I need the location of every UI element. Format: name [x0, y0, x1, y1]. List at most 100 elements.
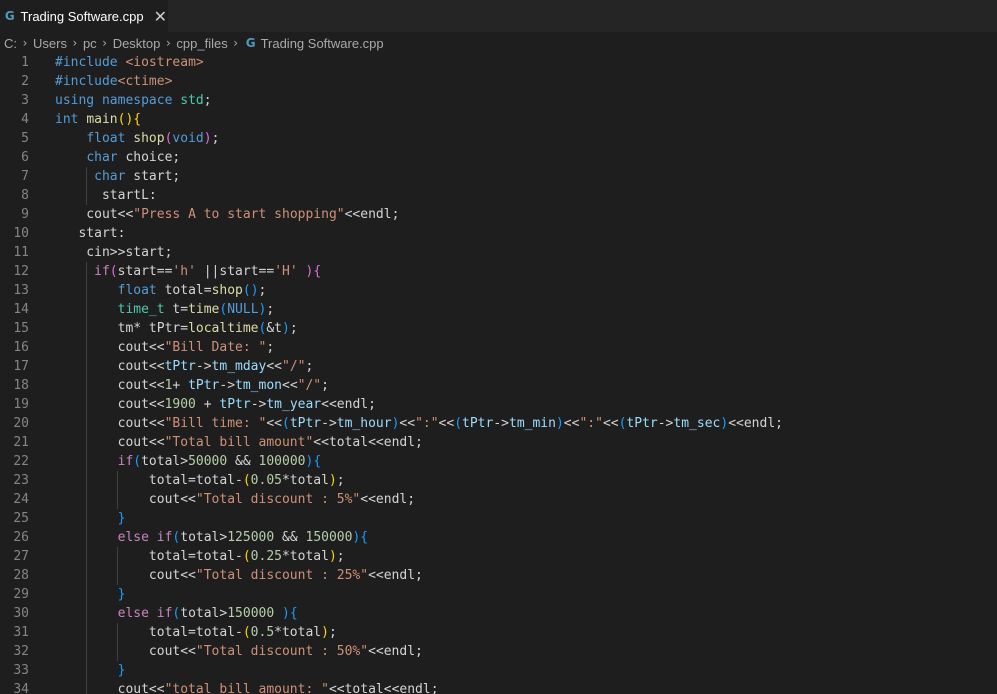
code-line[interactable]: 20 cout<<"Bill time: "<<(tPtr->tm_hour)<… [0, 414, 997, 433]
line-number: 25 [13, 511, 29, 526]
code-token: "Total bill amount" [164, 435, 314, 450]
code-token: cout<< [55, 435, 165, 450]
code-line[interactable]: 23 total=total-(0.05*total); [0, 471, 997, 490]
code-token: << [602, 416, 619, 431]
code-line[interactable]: 31 total=total-(0.5*total); [0, 623, 997, 642]
line-number: 29 [13, 587, 29, 602]
code-token: else [117, 530, 149, 545]
line-number: 21 [13, 435, 29, 450]
code-token: 125000 [227, 530, 275, 545]
code-token: tPtr [188, 378, 220, 393]
breadcrumb-item-drive[interactable]: C: [4, 36, 17, 51]
code-line[interactable]: 26 else if(total>125000 && 150000){ [0, 528, 997, 547]
code-token: cout<< [55, 644, 196, 659]
code-token: using [55, 93, 95, 108]
code-line[interactable]: 32 cout<<"Total discount : 50%"<<endl; [0, 642, 997, 661]
code-text: else if(total>150000 ){ [55, 604, 298, 623]
tab-bar: G Trading Software.cpp ✕ [0, 0, 997, 32]
code-line[interactable]: 6 char choice; [0, 148, 997, 167]
code-line[interactable]: 8 startL: [0, 186, 997, 205]
indent-guide [86, 661, 88, 680]
code-token: total= [156, 283, 212, 298]
code-editor[interactable]: 1 #include <iostream> 2 #include<ctime> 3 usi… [0, 53, 997, 694]
code-token: <<total<<endl; [313, 435, 423, 450]
code-line[interactable]: 17 cout<<tPtr->tm_mday<<"/"; [0, 357, 997, 376]
code-line[interactable]: 11 cin>>start; [0, 243, 997, 262]
code-token: } [117, 587, 126, 602]
code-line[interactable]: 1 #include <iostream> [0, 53, 997, 72]
code-text: time_t t=time(NULL); [55, 300, 275, 319]
code-token: tm_sec [673, 416, 721, 431]
code-line[interactable]: 7 char start; [0, 167, 997, 186]
code-token: <<endl; [368, 644, 423, 659]
code-line[interactable]: 27 total=total-(0.25*total); [0, 547, 997, 566]
code-token: <<endl; [728, 416, 783, 431]
code-text: start: [55, 224, 125, 243]
code-line[interactable]: 14 time_t t=time(NULL); [0, 300, 997, 319]
code-line[interactable]: 13 float total=shop(); [0, 281, 997, 300]
code-token: ; [328, 625, 337, 640]
code-token: ) [555, 416, 564, 431]
code-token: #include [55, 55, 126, 70]
code-token: else [117, 606, 149, 621]
code-line[interactable]: 3 using namespace std; [0, 91, 997, 110]
code-line[interactable]: 34 cout<<"total bill amount: "<<total<<e… [0, 680, 997, 694]
code-token: ) [321, 625, 329, 640]
breadcrumb-item-pc[interactable]: pc [83, 36, 97, 51]
code-token: cout<< [55, 340, 165, 355]
code-token: cout<< [55, 492, 196, 507]
code-token: cout<< [55, 207, 134, 222]
code-token: startL: [55, 188, 157, 203]
code-line[interactable]: 29 } [0, 585, 997, 604]
code-line[interactable]: 15 tm* tPtr=localtime(&t); [0, 319, 997, 338]
code-line[interactable]: 5 float shop(void); [0, 129, 997, 148]
code-token: << [563, 416, 580, 431]
indent-guide [86, 319, 88, 338]
code-token: cout<< [55, 416, 165, 431]
line-number: 9 [21, 207, 29, 222]
code-line[interactable]: 28 cout<<"Total discount : 25%"<<endl; [0, 566, 997, 585]
code-line[interactable]: 21 cout<<"Total bill amount"<<total<<end… [0, 433, 997, 452]
code-line[interactable]: 2 #include<ctime> [0, 72, 997, 91]
code-token: -> [493, 416, 509, 431]
code-text: cout<<"Total discount : 5%"<<endl; [55, 490, 415, 509]
code-line[interactable]: 30 else if(total>150000 ){ [0, 604, 997, 623]
code-text: cout<<"Total bill amount"<<total<<endl; [55, 433, 423, 452]
code-line[interactable]: 19 cout<<1900 + tPtr->tm_year<<endl; [0, 395, 997, 414]
code-text: cin>>start; [55, 243, 172, 262]
code-line[interactable]: 33 } [0, 661, 997, 680]
code-line[interactable]: 25 } [0, 509, 997, 528]
breadcrumb-item-file[interactable]: Trading Software.cpp [261, 36, 384, 51]
code-line[interactable]: 24 cout<<"Total discount : 5%"<<endl; [0, 490, 997, 509]
code-token: &t [266, 321, 282, 336]
code-token: -> [657, 416, 674, 431]
code-token: << [399, 416, 416, 431]
breadcrumb-item-users[interactable]: Users [33, 36, 67, 51]
code-token: { [133, 112, 142, 127]
code-line[interactable]: 22 if(total>50000 && 100000){ [0, 452, 997, 471]
close-icon[interactable]: ✕ [153, 7, 168, 26]
code-token: ; [305, 359, 314, 374]
code-line[interactable]: 4 int main(){ [0, 110, 997, 129]
breadcrumb-item-desktop[interactable]: Desktop [113, 36, 161, 51]
breadcrumb-item-cpp-files[interactable]: cpp_files [176, 36, 227, 51]
code-token: + [172, 378, 189, 393]
code-token: ( [109, 264, 118, 279]
code-token: tm_hour [336, 416, 392, 431]
line-number: 23 [13, 473, 29, 488]
code-line[interactable]: 12 if(start=='h' ||start=='H' ){ [0, 262, 997, 281]
chevron-right-icon: › [233, 36, 239, 50]
line-number: 20 [13, 416, 29, 431]
code-token: total=total- [55, 549, 243, 564]
code-text: using namespace std; [55, 91, 212, 110]
code-token: -> [219, 378, 236, 393]
code-line[interactable]: 16 cout<<"Bill Date: "; [0, 338, 997, 357]
indent-guide [86, 585, 88, 604]
indent-guide [86, 376, 88, 395]
editor-tab-active[interactable]: G Trading Software.cpp ✕ [0, 0, 168, 32]
code-line[interactable]: 18 cout<<1+ tPtr->tm_mon<<"/"; [0, 376, 997, 395]
code-line[interactable]: 10 start: [0, 224, 997, 243]
code-line[interactable]: 9 cout<<"Press A to start shopping"<<end… [0, 205, 997, 224]
line-number: 15 [13, 321, 29, 336]
indent-guide [86, 395, 88, 414]
